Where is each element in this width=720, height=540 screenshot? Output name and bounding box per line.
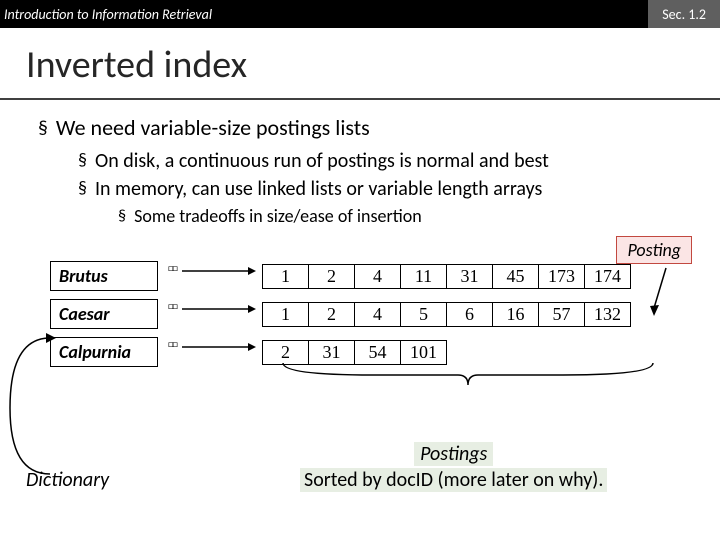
slide-title: Inverted index [26, 42, 720, 88]
bullet-level2: On disk, a continuous run of postings is… [78, 149, 692, 173]
posting-cell: 1 [263, 302, 309, 326]
posting-cell: 4 [355, 302, 401, 326]
dictionary-label: Dictionary [26, 468, 109, 492]
posting-cell: 1 [263, 264, 309, 288]
postings-heading: Postings [414, 442, 493, 466]
posting-callout: Posting [616, 236, 692, 264]
posting-cell: 2 [309, 264, 355, 288]
posting-cell: 45 [493, 264, 539, 288]
term-box: Brutus [50, 261, 158, 291]
section-number: Sec. 1.2 [648, 0, 720, 28]
postings-row: 1 2 4 11 31 45 173 174 [262, 264, 631, 289]
index-row-caesar: Caesar □□ 1 2 4 5 6 16 57 132 [50, 299, 692, 329]
arrow-icon: □□ [168, 341, 256, 363]
posting-cell: 5 [401, 302, 447, 326]
dictionary-arrow-icon [2, 328, 58, 488]
posting-cell: 132 [585, 302, 631, 326]
arrow-icon: □□ [168, 303, 256, 325]
bullet-level3: Some tradeoffs in size/ease of insertion [118, 205, 692, 227]
index-diagram: Brutus □□ 1 2 4 11 31 45 173 174 Caesar … [50, 261, 692, 367]
arrow-icon: □□ [168, 265, 256, 287]
posting-arrow-icon [648, 266, 672, 316]
index-row-brutus: Brutus □□ 1 2 4 11 31 45 173 174 [50, 261, 692, 291]
title-divider [0, 98, 720, 100]
posting-cell: 16 [493, 302, 539, 326]
content-area: We need variable-size postings lists On … [0, 114, 720, 367]
posting-cell: 173 [539, 264, 585, 288]
term-box: Calpurnia [50, 337, 158, 367]
posting-cell: 57 [539, 302, 585, 326]
brace-icon [278, 361, 658, 391]
term-box: Caesar [50, 299, 158, 329]
course-title: Introduction to Information Retrieval [0, 6, 212, 23]
posting-cell: 174 [585, 264, 631, 288]
posting-cell: 4 [355, 264, 401, 288]
posting-cell: 6 [447, 302, 493, 326]
postings-row: 1 2 4 5 6 16 57 132 [262, 302, 631, 327]
posting-cell: 11 [401, 264, 447, 288]
posting-cell: 31 [447, 264, 493, 288]
postings-note: Sorted by docID (more later on why). [300, 468, 607, 492]
bullet-level1: We need variable-size postings lists [38, 114, 692, 141]
postings-caption: Postings Sorted by docID (more later on … [300, 442, 607, 492]
posting-cell: 2 [309, 302, 355, 326]
slide-header: Introduction to Information Retrieval Se… [0, 0, 720, 28]
bullet-level2: In memory, can use linked lists or varia… [78, 177, 692, 201]
